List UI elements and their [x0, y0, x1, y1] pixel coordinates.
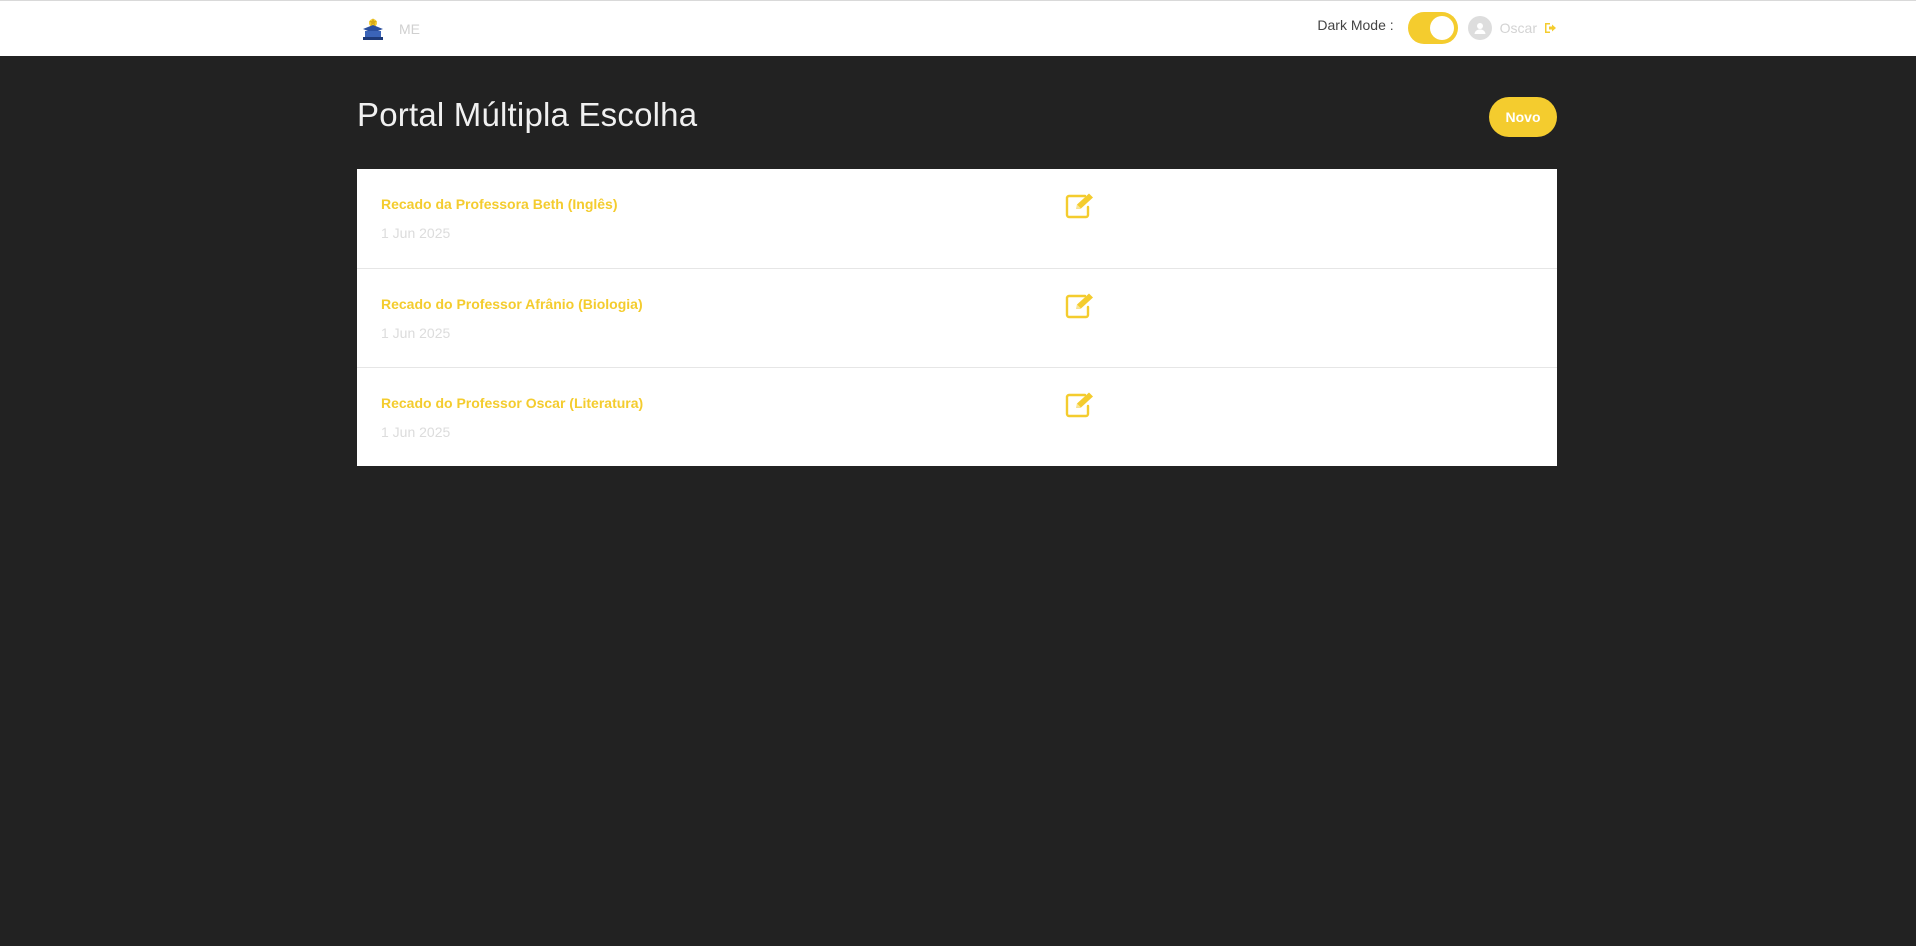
logout-icon[interactable]: [1543, 21, 1557, 35]
dark-mode-label: Dark Mode :: [1317, 17, 1394, 33]
dark-mode-toggle[interactable]: [1407, 12, 1458, 44]
message-title-link[interactable]: Recado da Professora Beth (Inglês): [381, 196, 618, 212]
edit-icon[interactable]: [1065, 392, 1095, 418]
message-title-link[interactable]: Recado do Professor Afrânio (Biologia): [381, 296, 643, 312]
user-nav: Dark Mode : Oscar: [1317, 12, 1557, 44]
message-date: 1 Jun 2025: [381, 225, 451, 241]
toggle-knob: [1429, 16, 1454, 40]
message-date: 1 Jun 2025: [381, 325, 451, 341]
page-title: Portal Múltipla Escolha: [357, 96, 698, 133]
school-logo-icon: [363, 18, 383, 40]
brand-text: ME: [399, 21, 420, 37]
message-list: Recado da Professora Beth (Inglês) 1 Jun…: [357, 169, 1557, 466]
edit-icon[interactable]: [1065, 293, 1095, 319]
person-icon: [1474, 23, 1486, 34]
message-date: 1 Jun 2025: [381, 424, 451, 440]
edit-icon[interactable]: [1065, 193, 1095, 219]
list-item: Recado do Professor Afrânio (Biologia) 1…: [357, 268, 1557, 367]
list-item: Recado da Professora Beth (Inglês) 1 Jun…: [357, 169, 1557, 268]
new-button[interactable]: Novo: [1489, 97, 1557, 137]
list-item: Recado do Professor Oscar (Literatura) 1…: [357, 367, 1557, 466]
user-name[interactable]: Oscar: [1500, 20, 1537, 36]
user-avatar-icon[interactable]: [1467, 16, 1492, 40]
top-navbar: ME Dark Mode : Oscar: [0, 0, 1916, 56]
brand[interactable]: ME: [360, 17, 420, 41]
message-title-link[interactable]: Recado do Professor Oscar (Literatura): [381, 395, 643, 411]
